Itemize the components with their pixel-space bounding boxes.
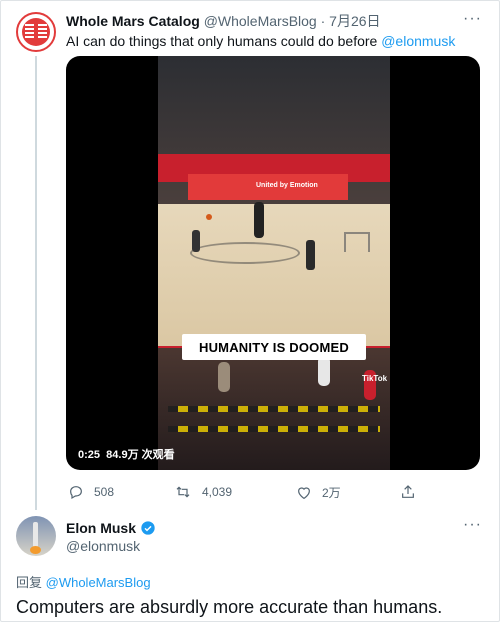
tweet1-date[interactable]: 7月26日 bbox=[329, 13, 380, 29]
video-seat-row bbox=[168, 406, 380, 412]
author-avatar-whole-mars[interactable] bbox=[16, 12, 56, 52]
video-stats: 0:25 84.9万 次观看 bbox=[78, 446, 175, 462]
video-robot-figure bbox=[254, 202, 264, 238]
tweet1-text-body: AI can do things that only humans could … bbox=[66, 33, 382, 49]
author-avatar-elon-musk[interactable] bbox=[16, 516, 56, 556]
video-hurdle bbox=[344, 232, 370, 252]
tweet1-more-button[interactable]: ··· bbox=[463, 10, 482, 28]
reply-count: 508 bbox=[94, 485, 115, 499]
video-court-logo bbox=[190, 242, 300, 264]
video-banner-text: United by Emotion bbox=[256, 182, 318, 189]
video-camera-operator bbox=[306, 240, 315, 270]
tweet1-video-player[interactable]: United by Emotion HUMANITY IS DOOMED Tik… bbox=[66, 56, 480, 470]
tweet2-author-row: Elon Musk bbox=[66, 520, 156, 536]
verified-badge-icon bbox=[141, 521, 155, 535]
tweet1-header: Whole Mars Catalog @WholeMarsBlog · 7月26… bbox=[66, 12, 381, 30]
like-count: 2万 bbox=[322, 486, 341, 500]
retweet-count: 4,039 bbox=[202, 485, 233, 499]
tiktok-watermark: TikTok bbox=[362, 374, 388, 383]
tweet1-text: AI can do things that only humans could … bbox=[66, 32, 455, 50]
tweet1-author-name[interactable]: Whole Mars Catalog bbox=[66, 13, 200, 29]
rocket-image bbox=[33, 522, 38, 548]
share-icon bbox=[402, 485, 414, 498]
reply-button[interactable]: 508 bbox=[68, 484, 114, 500]
tweet1-mention-link[interactable]: @elonmusk bbox=[381, 33, 455, 49]
video-duration: 0:25 bbox=[78, 449, 101, 461]
heart-icon bbox=[298, 486, 310, 499]
reply-icon bbox=[70, 486, 82, 500]
reply-to-line: 回复 @WholeMarsBlog bbox=[16, 572, 151, 591]
rocket-flame bbox=[30, 546, 41, 554]
video-views: 84.9万 次观看 bbox=[106, 449, 175, 461]
reply-to-prefix: 回复 bbox=[16, 575, 46, 590]
retweet-icon bbox=[176, 486, 190, 498]
whole-mars-logo-icon bbox=[22, 18, 50, 46]
thread-connector-line bbox=[35, 56, 37, 510]
tweet1-author-handle[interactable]: @WholeMarsBlog bbox=[204, 13, 317, 29]
tweet1-action-bar: 508 4,039 2万 bbox=[68, 484, 420, 500]
tweet2-author-name[interactable]: Elon Musk bbox=[66, 520, 136, 536]
video-basketball bbox=[206, 214, 212, 220]
video-spectator bbox=[218, 362, 230, 392]
tweet2-more-button[interactable]: ··· bbox=[463, 516, 482, 534]
tweet2-author-handle[interactable]: @elonmusk bbox=[66, 538, 140, 554]
video-person bbox=[192, 230, 200, 252]
reply-to-link[interactable]: @WholeMarsBlog bbox=[46, 575, 151, 590]
video-spectator bbox=[318, 356, 330, 386]
retweet-button[interactable]: 4,039 bbox=[174, 484, 232, 500]
tweet2-text: Computers are absurdly more accurate tha… bbox=[16, 597, 443, 617]
like-button[interactable]: 2万 bbox=[296, 484, 341, 501]
video-seat-row bbox=[168, 426, 380, 432]
video-frame: United by Emotion bbox=[158, 56, 390, 470]
video-caption-overlay: HUMANITY IS DOOMED bbox=[182, 334, 366, 360]
share-button[interactable] bbox=[400, 484, 426, 500]
tweet1-separator: · bbox=[320, 13, 326, 29]
